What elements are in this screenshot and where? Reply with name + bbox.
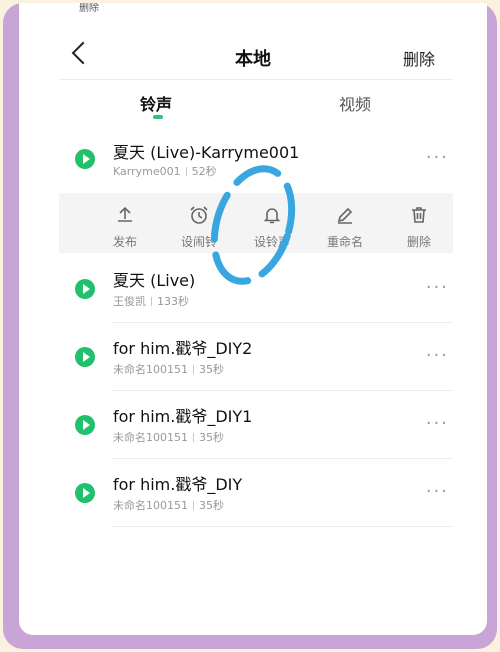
more-icon[interactable]: ··· (426, 277, 449, 298)
publish-button[interactable]: 发布 (95, 193, 155, 253)
play-icon[interactable] (75, 347, 95, 367)
song-title: 夏天 (Live) (113, 271, 196, 290)
more-icon[interactable]: ··· (426, 147, 449, 168)
row-divider (113, 526, 453, 527)
action-label: 发布 (112, 235, 137, 249)
meta-separator (193, 433, 194, 442)
song-list: 夏天 (Live)-Karryme001 Karryme001 52秒 ··· (19, 127, 487, 193)
tab-video[interactable]: 视频 (339, 91, 371, 115)
song-duration: 133秒 (157, 295, 189, 308)
clipped-top-text: 删除 (79, 3, 99, 14)
screen: 删除 本地 删除 铃声 视频 夏天 (Live)-Karryme001 Karr… (19, 3, 487, 635)
song-artist: 未命名100151 (113, 363, 188, 376)
list-item[interactable]: for him.戳爷_DIY 未命名100151 35秒 ··· (19, 459, 487, 527)
more-icon[interactable]: ··· (426, 413, 449, 434)
action-label: 删除 (406, 235, 431, 249)
list-item[interactable]: for him.戳爷_DIY1 未命名100151 35秒 ··· (19, 391, 487, 459)
song-artist: Karryme001 (113, 165, 181, 178)
bell-icon (263, 208, 281, 224)
rename-button[interactable]: 重命名 (315, 193, 375, 253)
song-duration: 52秒 (191, 165, 217, 178)
song-meta: 未命名100151 35秒 (113, 429, 224, 445)
song-title: for him.戳爷_DIY (113, 475, 243, 494)
list-item[interactable]: 夏天 (Live)-Karryme001 Karryme001 52秒 ··· (19, 127, 487, 193)
device-frame: 删除 本地 删除 铃声 视频 夏天 (Live)-Karryme001 Karr… (3, 3, 497, 649)
set-ringtone-button[interactable]: 设铃声 (242, 193, 302, 253)
action-label: 重命名 (326, 235, 363, 249)
tab-active-indicator (153, 115, 163, 119)
song-meta: 未命名100151 35秒 (113, 361, 224, 377)
song-meta: 未命名100151 35秒 (113, 497, 224, 513)
alarm-clock-icon (190, 206, 208, 224)
tab-bar: 铃声 视频 (19, 87, 487, 121)
delete-action-button[interactable]: 删除 (389, 193, 449, 253)
list-item[interactable]: for him.戳爷_DIY2 未命名100151 35秒 ··· (19, 323, 487, 391)
song-list-rest: 夏天 (Live) 王俊凯 133秒 ··· for him.戳爷_DIY2 未命… (19, 255, 487, 527)
trash-icon (412, 207, 426, 223)
play-icon[interactable] (75, 415, 95, 435)
play-icon[interactable] (75, 279, 95, 299)
song-meta: 王俊凯 133秒 (113, 293, 189, 309)
meta-separator (193, 365, 194, 374)
play-icon[interactable] (75, 483, 95, 503)
more-icon[interactable]: ··· (426, 481, 449, 502)
set-alarm-button[interactable]: 设闹铃 (169, 193, 229, 253)
more-icon[interactable]: ··· (426, 345, 449, 366)
song-artist: 未命名100151 (113, 431, 188, 444)
song-duration: 35秒 (199, 363, 224, 376)
song-artist: 未命名100151 (113, 499, 188, 512)
song-duration: 35秒 (199, 431, 224, 444)
song-artist: 王俊凯 (113, 295, 146, 308)
song-title: for him.戳爷_DIY1 (113, 407, 253, 426)
list-item[interactable]: 夏天 (Live) 王俊凯 133秒 ··· (19, 255, 487, 323)
delete-button[interactable]: 删除 (403, 46, 435, 70)
meta-separator (185, 167, 187, 176)
song-duration: 35秒 (199, 499, 224, 512)
meta-separator (151, 297, 152, 306)
action-label: 设铃声 (253, 235, 290, 249)
divider (59, 79, 453, 80)
upload-icon (118, 206, 132, 222)
play-icon[interactable] (75, 149, 95, 169)
action-bar: 发布 设闹铃 设铃声 重命名 删除 (59, 193, 453, 253)
tab-ringtone[interactable]: 铃声 (140, 91, 172, 115)
song-meta: Karryme001 52秒 (113, 163, 217, 179)
header: 本地 删除 (19, 33, 487, 79)
action-label: 设闹铃 (180, 235, 217, 249)
song-title: 夏天 (Live)-Karryme001 (113, 143, 300, 162)
meta-separator (193, 501, 194, 510)
song-title: for him.戳爷_DIY2 (113, 339, 253, 358)
pencil-icon (337, 207, 353, 224)
